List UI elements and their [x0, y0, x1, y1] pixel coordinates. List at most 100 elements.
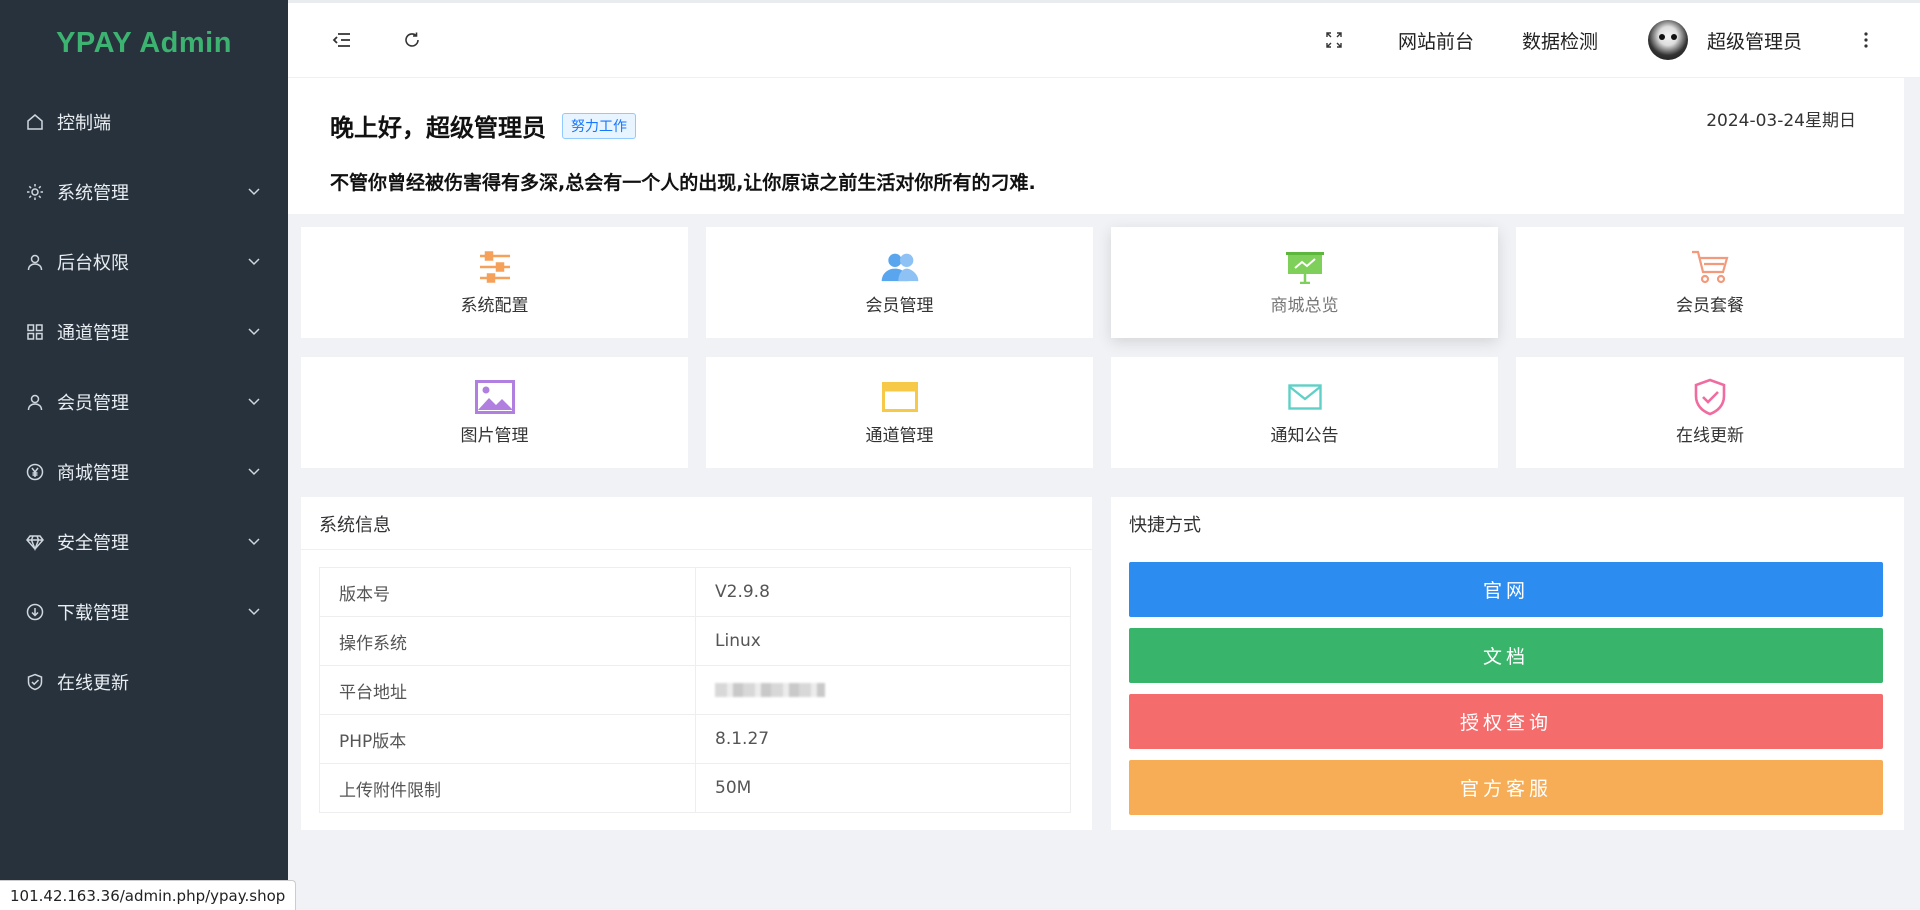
- collapse-menu-icon[interactable]: [330, 28, 354, 52]
- diamond-icon: [24, 531, 46, 553]
- info-key: 上传附件限制: [319, 763, 696, 813]
- refresh-icon[interactable]: [400, 28, 424, 52]
- shield-check-icon: [1690, 378, 1730, 416]
- motto-text: 不管你曾经被伤害得有多深,总会有一个人的出现,让你原谅之前生活对你所有的刁难.: [330, 172, 1036, 194]
- system-info-table: 版本号 V2.9.8 操作系统 Linux 平台地址 PHP版本 8.1.27 …: [319, 567, 1071, 813]
- sidebar-item-label: 后台权限: [57, 253, 129, 274]
- gear-icon: [24, 181, 46, 203]
- tile-mall-overview[interactable]: 商城总览: [1111, 227, 1498, 338]
- sidebar-item-online-update[interactable]: 在线更新: [0, 647, 288, 717]
- sidebar-item-downloads[interactable]: 下载管理: [0, 577, 288, 647]
- redacted-address: [715, 683, 825, 697]
- sidebar-menu: 控制端 系统管理 后台权限 通道管理 会员管理 商城管理 安全管理 下载管理 在…: [0, 87, 288, 717]
- info-value: 8.1.27: [695, 714, 1071, 764]
- sidebar-item-label: 商城管理: [57, 463, 129, 484]
- table-row: 上传附件限制 50M: [319, 763, 1071, 813]
- tile-notifications[interactable]: 通知公告: [1111, 357, 1498, 468]
- sidebar: YPAY Admin 控制端 系统管理 后台权限 通道管理 会员管理 商城管理 …: [0, 0, 288, 910]
- cart-icon: [1690, 249, 1730, 285]
- greeting-title: 晚上好，超级管理员: [330, 114, 546, 142]
- more-vertical-icon[interactable]: [1854, 28, 1878, 52]
- info-value: 50M: [695, 763, 1071, 813]
- sidebar-item-label: 控制端: [57, 113, 111, 134]
- app-logo[interactable]: YPAY Admin: [0, 0, 288, 87]
- user-icon: [24, 391, 46, 413]
- sliders-icon: [475, 249, 515, 285]
- system-info-panel: 系统信息 版本号 V2.9.8 操作系统 Linux 平台地址 PHP版本 8.…: [301, 497, 1092, 830]
- tile-online-update[interactable]: 在线更新: [1516, 357, 1904, 468]
- chevron-down-icon: [246, 604, 262, 620]
- tile-image-management[interactable]: 图片管理: [301, 357, 688, 468]
- avatar: [1647, 20, 1688, 60]
- fullscreen-icon[interactable]: [1322, 28, 1346, 52]
- site-frontend-link[interactable]: 网站前台: [1398, 27, 1474, 54]
- info-value: V2.9.8: [695, 567, 1071, 617]
- sidebar-item-label: 会员管理: [57, 393, 129, 414]
- welcome-card: 晚上好，超级管理员 努力工作 2024-03-24星期日 不管你曾经被伤害得有多…: [288, 78, 1904, 214]
- docs-button[interactable]: 文档: [1129, 628, 1883, 683]
- main-content: 晚上好，超级管理员 努力工作 2024-03-24星期日 不管你曾经被伤害得有多…: [288, 78, 1920, 910]
- sidebar-item-security[interactable]: 安全管理: [0, 507, 288, 577]
- divider: [301, 549, 1092, 550]
- sidebar-item-label: 下载管理: [57, 603, 129, 624]
- sidebar-item-admin-permissions[interactable]: 后台权限: [0, 227, 288, 297]
- info-key: 版本号: [319, 567, 696, 617]
- grid-icon: [24, 321, 46, 343]
- tile-label: 商城总览: [1270, 296, 1339, 316]
- tile-label: 会员套餐: [1676, 296, 1744, 316]
- sidebar-item-label: 在线更新: [57, 673, 129, 694]
- tile-label: 在线更新: [1676, 426, 1744, 446]
- image-icon: [474, 379, 515, 415]
- chevron-down-icon: [246, 464, 262, 480]
- sidebar-item-label: 安全管理: [57, 533, 129, 554]
- table-row: 版本号 V2.9.8: [319, 567, 1071, 617]
- tile-label: 通道管理: [865, 426, 934, 446]
- info-key: PHP版本: [319, 714, 696, 764]
- data-check-link[interactable]: 数据检测: [1522, 27, 1598, 54]
- mail-icon: [1285, 379, 1325, 415]
- sidebar-item-label: 系统管理: [57, 183, 129, 204]
- sidebar-item-mall[interactable]: 商城管理: [0, 437, 288, 507]
- tile-label: 系统配置: [460, 296, 529, 316]
- tile-member-management[interactable]: 会员管理: [706, 227, 1093, 338]
- chevron-down-icon: [246, 394, 262, 410]
- info-value-redacted: [695, 665, 1071, 715]
- shortcuts-panel: 快捷方式 官网 文档 授权查询 官方客服: [1111, 497, 1904, 830]
- sidebar-item-console[interactable]: 控制端: [0, 87, 288, 157]
- official-site-button[interactable]: 官网: [1129, 562, 1883, 617]
- sidebar-item-label: 通道管理: [57, 323, 129, 344]
- users-icon: [880, 249, 920, 285]
- chevron-down-icon: [246, 534, 262, 550]
- info-key: 操作系统: [319, 616, 696, 666]
- user-menu[interactable]: 超级管理员: [1647, 20, 1802, 60]
- presentation-icon: [1285, 249, 1325, 285]
- user-icon: [24, 251, 46, 273]
- top-header: 网站前台 数据检测 超级管理员: [288, 0, 1920, 78]
- tile-label: 会员管理: [865, 296, 934, 316]
- browser-window-icon: [880, 379, 920, 415]
- tile-channel-management[interactable]: 通道管理: [706, 357, 1093, 468]
- info-value: Linux: [695, 616, 1071, 666]
- tile-member-packages[interactable]: 会员套餐: [1516, 227, 1904, 338]
- shield-check-icon: [24, 671, 46, 693]
- chevron-down-icon: [246, 184, 262, 200]
- table-row: 平台地址: [319, 665, 1071, 715]
- table-row: PHP版本 8.1.27: [319, 714, 1071, 764]
- chevron-down-icon: [246, 254, 262, 270]
- status-badge: 努力工作: [562, 112, 636, 139]
- table-row: 操作系统 Linux: [319, 616, 1071, 666]
- sidebar-item-members[interactable]: 会员管理: [0, 367, 288, 437]
- tile-label: 通知公告: [1270, 426, 1339, 446]
- home-icon: [24, 111, 46, 133]
- panel-title: 系统信息: [319, 515, 391, 536]
- user-name: 超级管理员: [1706, 30, 1802, 53]
- tile-system-config[interactable]: 系统配置: [301, 227, 688, 338]
- official-support-button[interactable]: 官方客服: [1129, 760, 1883, 815]
- sidebar-item-system[interactable]: 系统管理: [0, 157, 288, 227]
- yen-circle-icon: [24, 461, 46, 483]
- current-date: 2024-03-24星期日: [1706, 111, 1856, 131]
- panel-title: 快捷方式: [1129, 515, 1201, 536]
- license-query-button[interactable]: 授权查询: [1129, 694, 1883, 749]
- info-key: 平台地址: [319, 665, 696, 715]
- sidebar-item-channels[interactable]: 通道管理: [0, 297, 288, 367]
